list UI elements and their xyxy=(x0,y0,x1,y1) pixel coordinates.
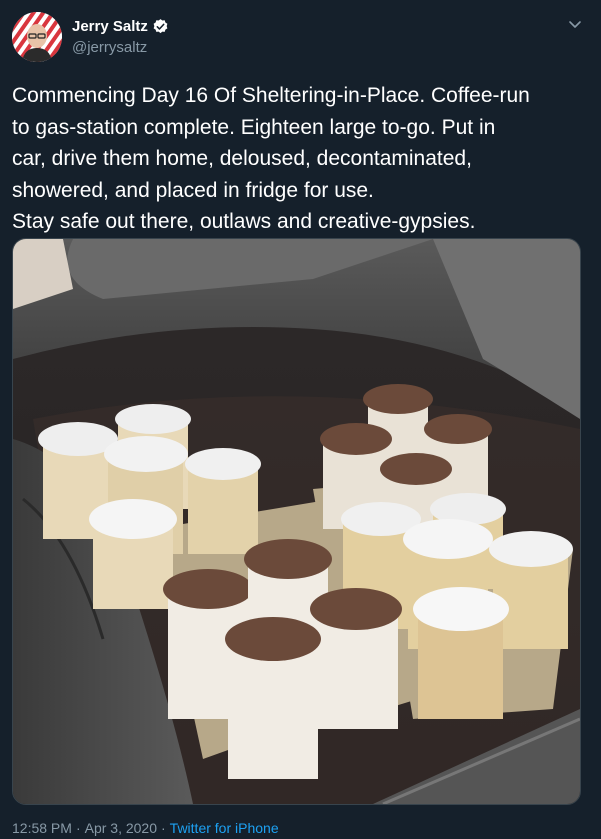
verified-badge-icon xyxy=(152,18,169,35)
tweet-header: Jerry Saltz @jerrysaltz xyxy=(12,12,589,64)
tweet-source-link[interactable]: Twitter for iPhone xyxy=(170,820,279,836)
name-row: Jerry Saltz xyxy=(72,18,169,35)
avatar-image xyxy=(12,12,62,62)
display-name[interactable]: Jerry Saltz xyxy=(72,18,148,35)
tweet-photo[interactable] xyxy=(12,238,581,805)
tweet-meta: 12:58 PM · Apr 3, 2020 · Twitter for iPh… xyxy=(12,820,279,836)
user-handle[interactable]: @jerrysaltz xyxy=(72,39,147,56)
meta-separator-2: · xyxy=(161,820,166,836)
meta-separator: · xyxy=(75,820,81,836)
tweet-time[interactable]: 12:58 PM xyxy=(12,820,72,836)
tweet-text: Commencing Day 16 Of Sheltering-in-Place… xyxy=(12,84,530,233)
avatar[interactable] xyxy=(12,12,62,62)
coffee-cups-photo xyxy=(13,239,580,804)
chevron-down-icon[interactable] xyxy=(567,16,583,32)
tweet-date[interactable]: Apr 3, 2020 xyxy=(85,820,157,836)
tweet-card: Jerry Saltz @jerrysaltz Commencing Day 1… xyxy=(0,0,601,839)
